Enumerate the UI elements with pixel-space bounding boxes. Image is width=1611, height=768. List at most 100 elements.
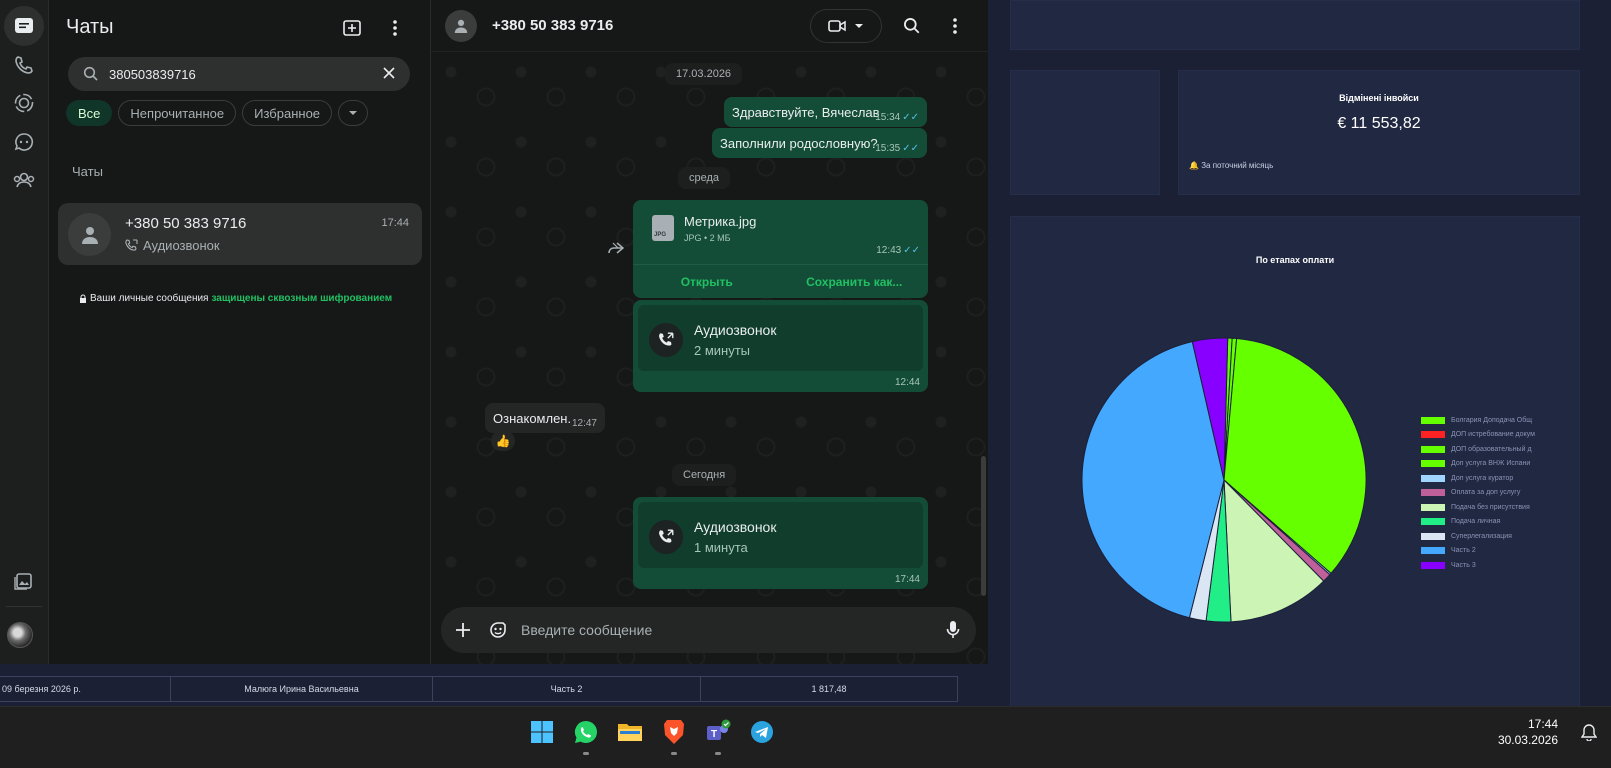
call-card[interactable]: Аудиозвонок 1 минута [638, 502, 923, 568]
encryption-link[interactable]: защищены сквозным шифрованием [211, 293, 392, 304]
legend-item[interactable]: Суперлегализация [1421, 529, 1535, 544]
start-button[interactable] [527, 717, 557, 747]
running-indicator [583, 752, 589, 755]
legend-item[interactable]: Болгария Доподача Общ [1421, 413, 1535, 428]
microphone-icon [946, 621, 960, 638]
search-icon [83, 66, 98, 81]
message-text: Ознакомлен. [493, 411, 572, 426]
filter-favorites[interactable]: Избранное [242, 100, 333, 126]
read-receipt-icon: ✓✓ [903, 245, 920, 256]
legend-label: ДОП истребование докум [1451, 431, 1535, 439]
incoming-message[interactable]: Ознакомлен. 12:47 [485, 403, 605, 433]
sidebar-title: Чаты [66, 16, 114, 38]
contact-avatar[interactable] [445, 10, 477, 42]
legend-item[interactable]: Подача без присутствия [1421, 500, 1535, 515]
dashboard-kpi-card: Відмінені інвойси € 11 553,82 🔔 За поточ… [1178, 70, 1580, 195]
legend-item[interactable]: Часть 3 [1421, 558, 1535, 573]
taskbar-whatsapp[interactable] [571, 717, 601, 755]
running-indicator [671, 752, 677, 755]
messages-scrollbar[interactable] [980, 56, 988, 606]
phone-icon [15, 56, 33, 74]
filter-more-button[interactable] [338, 100, 369, 126]
scrollbar-thumb[interactable] [981, 456, 986, 596]
encryption-notice: Ваши личные сообщения защищены сквозным … [79, 293, 392, 304]
section-label: Чаты [72, 164, 103, 179]
legend-swatch [1421, 474, 1445, 482]
profile-avatar[interactable] [7, 622, 33, 648]
search-chat-button[interactable] [898, 12, 926, 40]
notification-icon[interactable] [1581, 723, 1597, 741]
new-chat-button[interactable] [338, 14, 366, 42]
call-button[interactable] [810, 9, 882, 43]
legend-swatch [1421, 431, 1445, 439]
teams-icon: T [707, 719, 731, 740]
call-message[interactable]: Аудиозвонок 2 минуты 12:44 [633, 300, 928, 392]
media-nav-button[interactable] [4, 561, 44, 601]
outgoing-message[interactable]: Заполнили родословную? 15:35 ✓✓ [712, 128, 927, 158]
conversation-header: +380 50 383 9716 [431, 0, 988, 52]
filter-all[interactable]: Все [66, 100, 113, 126]
date-separator: Сегодня [672, 464, 737, 486]
call-title: Аудиозвонок [694, 519, 777, 535]
legend-label: Подача личная [1451, 518, 1501, 526]
svg-text:T: T [711, 729, 717, 740]
search-input[interactable] [109, 57, 369, 91]
file-icon: JPG [652, 215, 674, 241]
channels-icon [14, 133, 34, 151]
legend-label: Доп услуга куратор [1451, 474, 1514, 482]
taskbar-clock[interactable]: 17:44 30.03.2026 [1498, 716, 1558, 748]
legend-item[interactable]: Доп услуга ВНЖ Испани [1421, 457, 1535, 472]
clear-search-icon[interactable] [382, 66, 396, 80]
search-icon [904, 18, 920, 34]
filter-unread[interactable]: Непрочитанное [118, 100, 237, 126]
sidebar-menu-button[interactable] [381, 14, 409, 42]
message-input[interactable] [521, 607, 911, 653]
channels-nav-button[interactable] [4, 122, 44, 162]
taskbar-telegram[interactable] [747, 717, 777, 747]
legend-item[interactable]: Подача личная [1421, 515, 1535, 530]
calls-nav-button[interactable] [4, 45, 44, 85]
file-message[interactable]: JPG Метрика.jpg JPG • 2 МБ 12:43 ✓✓ Откры… [633, 200, 928, 298]
save-file-button[interactable]: Сохранить как... [781, 265, 929, 298]
legend-item[interactable]: Оплата за доп услугу [1421, 486, 1535, 501]
call-duration: 2 минуты [694, 343, 751, 358]
communities-nav-button[interactable] [4, 160, 44, 200]
outgoing-message[interactable]: Здравствуйте, Вячеслав 15:34 ✓✓ [724, 97, 927, 127]
chevron-down-icon [855, 24, 863, 28]
message-text: Заполнили родословную? [720, 136, 878, 151]
chat-menu-button[interactable] [941, 12, 969, 40]
folder-icon [618, 724, 642, 741]
call-message[interactable]: Аудиозвонок 1 минута 17:44 [633, 497, 928, 589]
taskbar-teams[interactable]: T [703, 717, 733, 755]
file-attachment[interactable]: JPG Метрика.jpg JPG • 2 МБ 12:43 ✓✓ [633, 200, 928, 262]
call-card[interactable]: Аудиозвонок 2 минуты [638, 305, 923, 371]
conversation-panel: +380 50 383 9716 17.03.2026 Здравствуйте… [431, 0, 988, 664]
forward-icon[interactable] [607, 241, 625, 255]
chats-nav-button[interactable] [4, 6, 44, 46]
sticker-button[interactable] [485, 617, 511, 643]
nav-rail [0, 0, 49, 664]
legend-label: Часть 3 [1451, 561, 1476, 569]
legend-label: Суперлегализация [1451, 532, 1512, 540]
reaction-badge[interactable]: 👍 [491, 431, 515, 451]
legend-item[interactable]: ДОП истребование докум [1421, 428, 1535, 443]
chats-icon [15, 18, 33, 33]
lock-icon [80, 294, 86, 303]
voice-button[interactable] [940, 617, 966, 643]
chat-list-item[interactable]: +380 50 383 9716 17:44 Аудиозвонок [58, 203, 422, 265]
legend-item[interactable]: Доп услуга куратор [1421, 471, 1535, 486]
message-time: 15:34 ✓✓ [875, 112, 919, 123]
status-nav-button[interactable] [4, 83, 44, 123]
call-incoming-icon [659, 332, 674, 346]
file-meta: JPG • 2 МБ [684, 233, 731, 243]
legend-item[interactable]: ДОП образовательный д [1421, 442, 1535, 457]
contact-name[interactable]: +380 50 383 9716 [492, 17, 613, 34]
file-actions: Открыть Сохранить как... [633, 264, 928, 298]
message-text: Здравствуйте, Вячеслав [732, 105, 880, 120]
legend-swatch [1421, 547, 1445, 555]
taskbar-brave[interactable] [659, 717, 689, 755]
legend-item[interactable]: Часть 2 [1421, 544, 1535, 559]
taskbar-explorer[interactable] [615, 717, 645, 747]
open-file-button[interactable]: Открыть [633, 265, 781, 298]
attach-button[interactable] [450, 617, 476, 643]
